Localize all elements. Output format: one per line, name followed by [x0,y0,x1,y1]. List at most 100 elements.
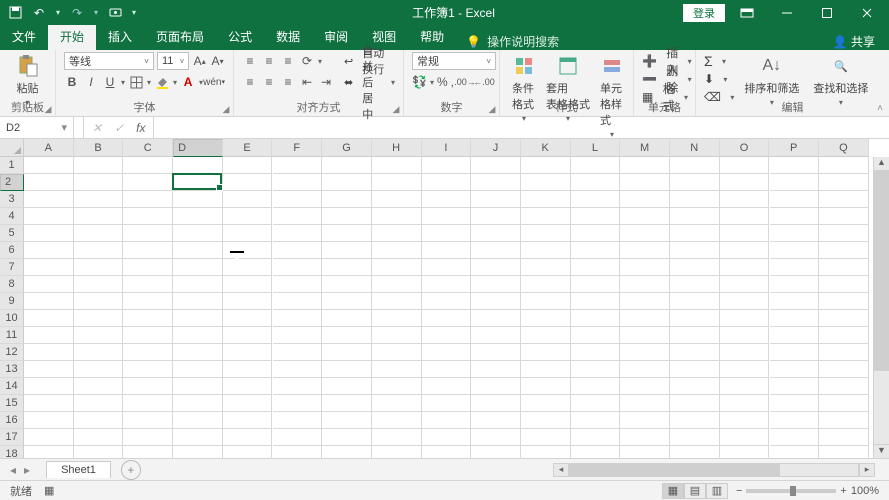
cell[interactable] [74,174,124,191]
cell[interactable] [521,293,571,310]
cell[interactable] [521,310,571,327]
cell[interactable] [720,344,770,361]
cell[interactable] [422,174,472,191]
cell[interactable] [620,378,670,395]
cell[interactable] [571,259,621,276]
cell[interactable] [24,378,74,395]
cell[interactable] [74,429,124,446]
cell[interactable] [819,293,869,310]
row-header[interactable]: 18 [0,446,24,458]
dec-decimal-icon[interactable]: ←.00 [476,74,492,90]
save-icon[interactable] [8,6,22,20]
tab-data[interactable]: 数据 [264,25,312,50]
cell[interactable] [720,395,770,412]
scroll-right-icon[interactable]: ▸ [859,463,875,477]
cell[interactable] [521,395,571,412]
row-header[interactable]: 8 [0,276,24,293]
cell[interactable] [372,259,422,276]
sheet-tab[interactable]: Sheet1 [46,461,111,478]
cell[interactable] [471,191,521,208]
cell[interactable] [819,361,869,378]
cell[interactable] [372,293,422,310]
cell[interactable] [770,208,820,225]
column-header[interactable]: G [322,139,372,157]
cell[interactable] [422,157,472,174]
cell[interactable] [273,225,323,242]
cell[interactable] [123,378,173,395]
percent-icon[interactable]: % [437,74,448,90]
cell[interactable] [620,327,670,344]
cell[interactable] [770,191,820,208]
cell[interactable] [770,225,820,242]
cell[interactable] [620,157,670,174]
cell[interactable] [372,225,422,242]
row-header[interactable]: 11 [0,327,24,344]
cell[interactable] [223,208,273,225]
cell[interactable] [24,157,74,174]
page-layout-view-icon[interactable]: ▤ [684,483,706,499]
undo-dropdown-icon[interactable]: ▾ [56,8,60,17]
cell[interactable] [173,412,223,429]
tab-home[interactable]: 开始 [48,25,96,50]
cell[interactable] [571,378,621,395]
cell[interactable] [173,327,223,344]
cell[interactable] [720,259,770,276]
underline-icon[interactable]: U [102,74,118,90]
align-left-icon[interactable]: ≡ [242,74,258,90]
cell[interactable] [273,259,323,276]
cell[interactable] [571,446,621,458]
row-header[interactable]: 12 [0,344,24,361]
cell[interactable] [819,259,869,276]
align-center-icon[interactable]: ≡ [261,74,277,90]
cell[interactable] [422,310,472,327]
font-launcher-icon[interactable]: ◢ [221,104,231,114]
cell[interactable] [770,157,820,174]
cell[interactable] [123,327,173,344]
autosum-button[interactable]: Σ ▾ [704,52,734,70]
column-header[interactable]: H [372,139,422,157]
cell[interactable] [571,293,621,310]
align-launcher-icon[interactable]: ◢ [391,104,401,114]
cell[interactable] [770,276,820,293]
cell[interactable] [123,225,173,242]
column-header[interactable]: K [521,139,571,157]
share-button[interactable]: 👤 共享 [819,33,889,50]
cell[interactable] [521,276,571,293]
column-header[interactable]: C [123,139,173,157]
cell[interactable] [422,344,472,361]
font-size-select[interactable]: 11˅ [157,52,189,70]
cell[interactable] [173,191,223,208]
row-header[interactable]: 1 [0,157,24,174]
cell[interactable] [670,361,720,378]
cell[interactable] [471,208,521,225]
cell[interactable] [670,344,720,361]
select-all-button[interactable] [0,139,24,157]
cell[interactable] [223,293,273,310]
cell[interactable] [819,242,869,259]
accounting-icon[interactable]: 💱 [412,74,427,90]
shrink-font-icon[interactable]: A▾ [210,53,225,69]
cell[interactable] [372,327,422,344]
cell[interactable] [770,259,820,276]
cell[interactable] [173,276,223,293]
cell[interactable] [819,191,869,208]
cell[interactable] [123,429,173,446]
cell[interactable] [223,378,273,395]
cell[interactable] [620,191,670,208]
cell[interactable] [223,157,273,174]
cell[interactable] [173,208,223,225]
cell[interactable] [720,412,770,429]
cell[interactable] [720,429,770,446]
cell[interactable] [521,225,571,242]
fx-icon[interactable]: fx [136,121,145,135]
cell[interactable] [720,446,770,458]
cell[interactable] [322,310,372,327]
cell[interactable] [24,446,74,458]
cell[interactable] [819,446,869,458]
tab-insert[interactable]: 插入 [96,25,144,50]
inc-decimal-icon[interactable]: .00→ [457,74,473,90]
cell[interactable] [521,429,571,446]
cell[interactable] [819,327,869,344]
zoom-in-icon[interactable]: + [840,485,846,497]
cell[interactable] [372,344,422,361]
